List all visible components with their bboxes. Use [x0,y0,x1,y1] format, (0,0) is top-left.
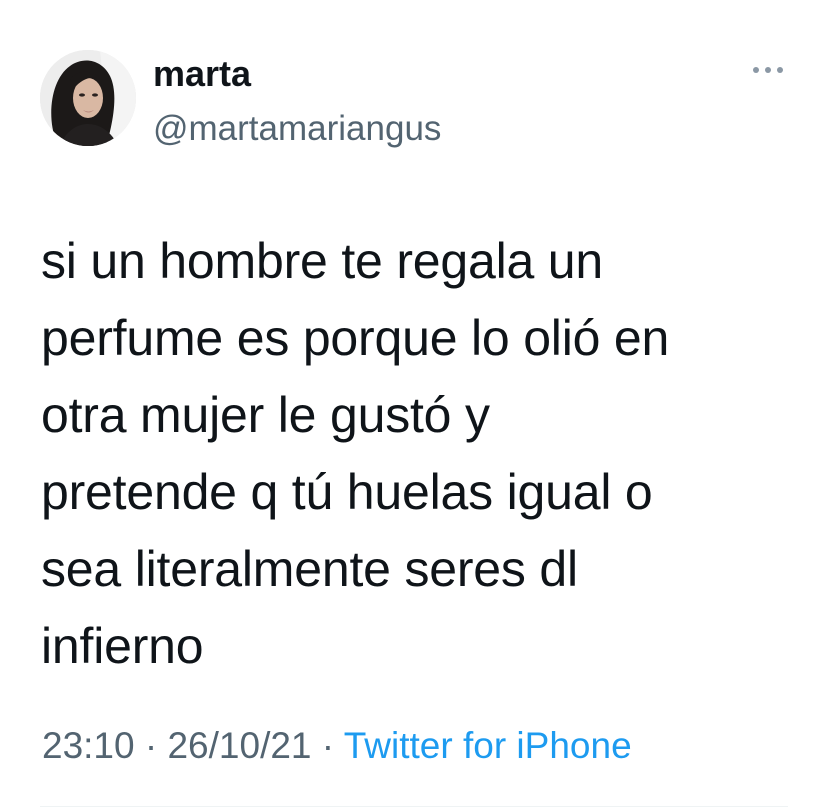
display-name[interactable]: marta [153,53,251,95]
tweet-text: si un hombre te regala un perfume es por… [41,233,670,674]
tweet-date[interactable]: 26/10/21 [167,725,311,766]
tweet-source-link[interactable]: Twitter for iPhone [344,725,632,766]
tweet-metadata: 23:10 · 26/10/21 · Twitter for iPhone [42,723,632,769]
meta-separator: · [134,725,168,766]
divider [40,806,788,807]
avatar[interactable] [40,50,136,146]
user-handle[interactable]: @martamariangus [153,108,441,150]
more-options-button[interactable] [748,56,788,84]
meta-separator: · [311,725,344,766]
tweet-time[interactable]: 23:10 [42,725,135,766]
tweet-card: marta @martamariangus si un hombre te re… [0,0,828,811]
profile-photo-icon [40,50,136,146]
ellipsis-icon [753,67,783,73]
